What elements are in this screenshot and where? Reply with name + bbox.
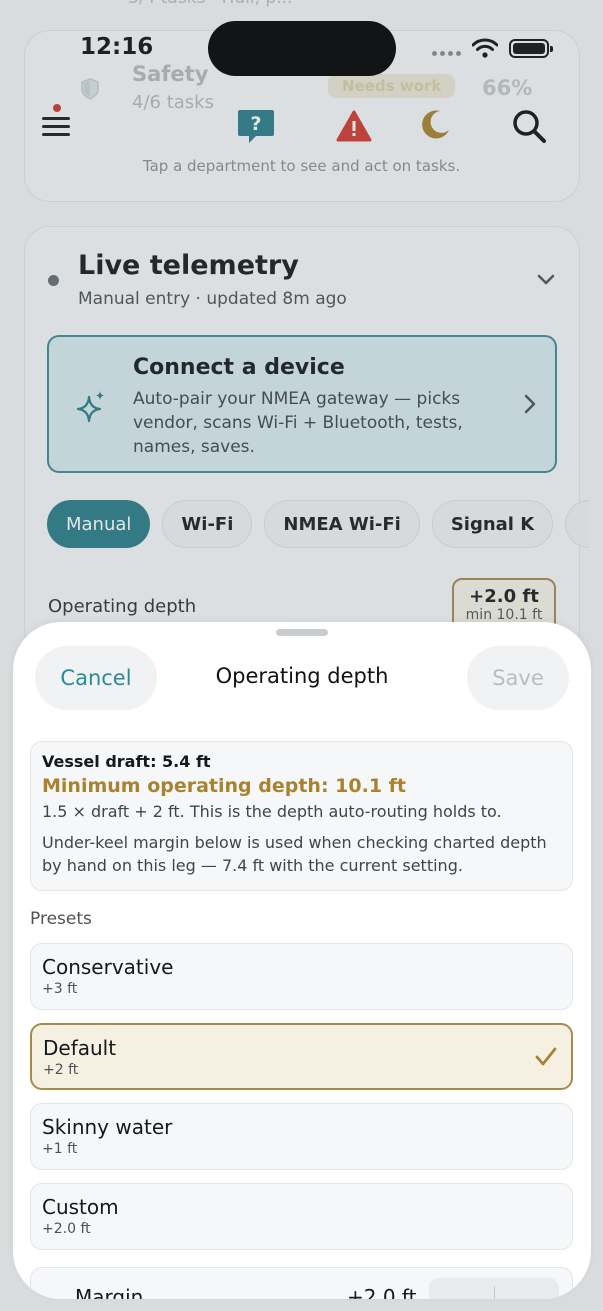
draft-info-panel: Vessel draft: 5.4 ft Minimum operating d… [30,741,573,891]
vessel-draft: Vessel draft: 5.4 ft [42,752,211,771]
save-button[interactable]: Save [467,646,569,710]
preset-value: +3 ft [42,981,78,997]
margin-label: Margin [75,1285,144,1299]
preset-custom[interactable]: Custom +2.0 ft [30,1183,573,1250]
operating-depth-sheet: Cancel Operating depth Save Vessel draft… [13,622,591,1299]
preset-title: Conservative [42,955,174,979]
preset-value: +1 ft [42,1141,78,1157]
sheet-grabber[interactable] [276,629,328,636]
minimum-depth: Minimum operating depth: 10.1 ft [42,775,407,797]
preset-default[interactable]: Default +2 ft [30,1023,573,1090]
preset-title: Default [43,1036,117,1060]
margin-value: +2.0 ft [347,1285,417,1299]
preset-conservative[interactable]: Conservative +3 ft [30,943,573,1010]
preset-skinny-water[interactable]: Skinny water +1 ft [30,1103,573,1170]
preset-title: Custom [42,1195,119,1219]
preset-value: +2.0 ft [42,1221,91,1237]
margin-row: Margin +2.0 ft [30,1267,573,1299]
cancel-button[interactable]: Cancel [35,646,157,710]
preset-title: Skinny water [42,1115,173,1139]
depth-formula: 1.5 × draft + 2 ft. This is the depth au… [42,802,502,821]
checkmark-icon [535,1047,557,1066]
under-keel-note: Under-keel margin below is used when che… [42,833,547,875]
preset-value: +2 ft [43,1062,79,1078]
margin-stepper[interactable] [429,1278,559,1299]
presets-label: Presets [30,909,92,929]
